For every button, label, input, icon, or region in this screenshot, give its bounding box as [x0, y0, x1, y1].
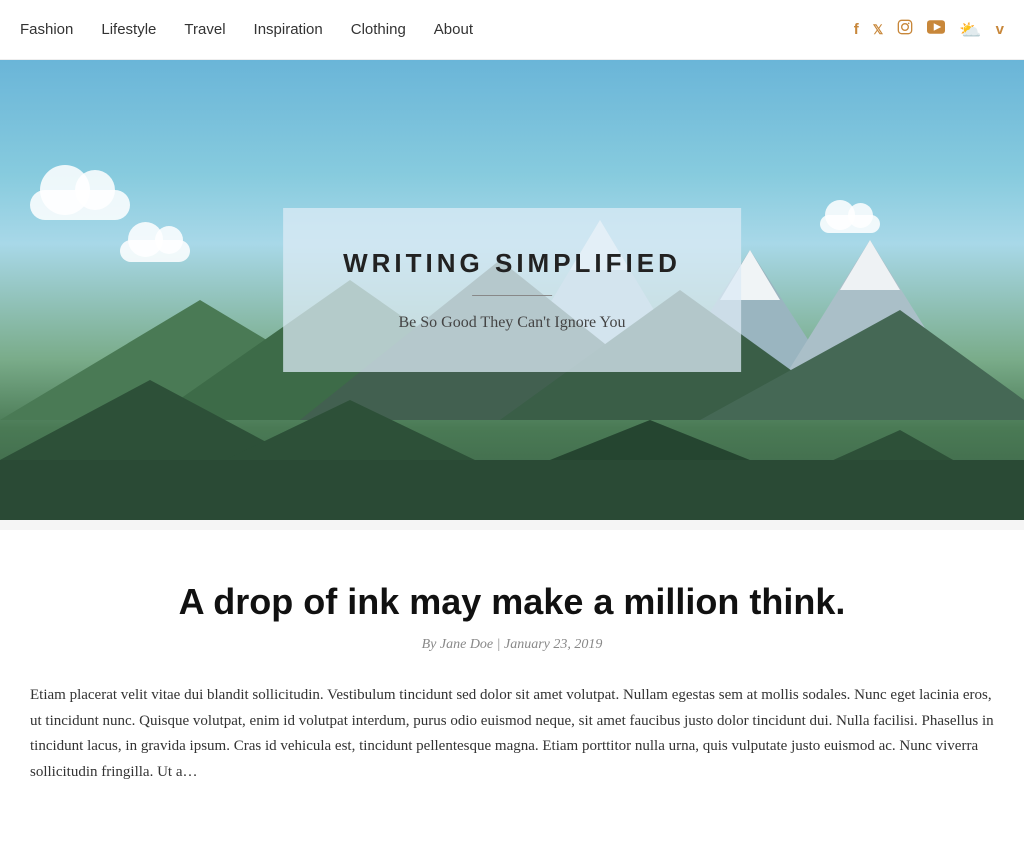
hero-title-box: WRITING SIMPLIFIED Be So Good They Can't…	[283, 208, 741, 372]
nav-link-fashion[interactable]: Fashion	[20, 21, 73, 38]
article-meta: By Jane Doe | January 23, 2019	[30, 637, 994, 653]
content-section: A drop of ink may make a million think. …	[0, 520, 1024, 845]
hero-section: WRITING SIMPLIFIED Be So Good They Can't…	[0, 60, 1024, 520]
nav-link-travel[interactable]: Travel	[184, 21, 225, 38]
navigation: Fashion Lifestyle Travel Inspiration Clo…	[0, 0, 1024, 60]
youtube-icon[interactable]	[927, 20, 945, 39]
vimeo-icon[interactable]: v	[996, 21, 1004, 38]
cloud-1	[30, 190, 130, 220]
hero-subtitle: Be So Good They Can't Ignore You	[343, 314, 681, 332]
nav-link-clothing[interactable]: Clothing	[351, 21, 406, 38]
nav-link-inspiration[interactable]: Inspiration	[254, 21, 323, 38]
hero-title: WRITING SIMPLIFIED	[343, 248, 681, 279]
article-body: Etiam placerat velit vitae dui blandit s…	[30, 683, 994, 785]
nav-link-about[interactable]: About	[434, 21, 473, 38]
instagram-icon[interactable]	[897, 19, 913, 40]
soundcloud-icon[interactable]: ⛅	[959, 21, 981, 39]
social-links: f 𝕏 ⛅ v	[854, 19, 1004, 40]
twitter-icon[interactable]: 𝕏	[873, 22, 883, 38]
nav-links: Fashion Lifestyle Travel Inspiration Clo…	[20, 21, 473, 38]
nav-link-lifestyle[interactable]: Lifestyle	[101, 21, 156, 38]
hero-divider	[472, 295, 552, 296]
article-container: A drop of ink may make a million think. …	[0, 530, 1024, 845]
facebook-icon[interactable]: f	[854, 21, 859, 38]
article-title: A drop of ink may make a million think.	[30, 580, 994, 623]
